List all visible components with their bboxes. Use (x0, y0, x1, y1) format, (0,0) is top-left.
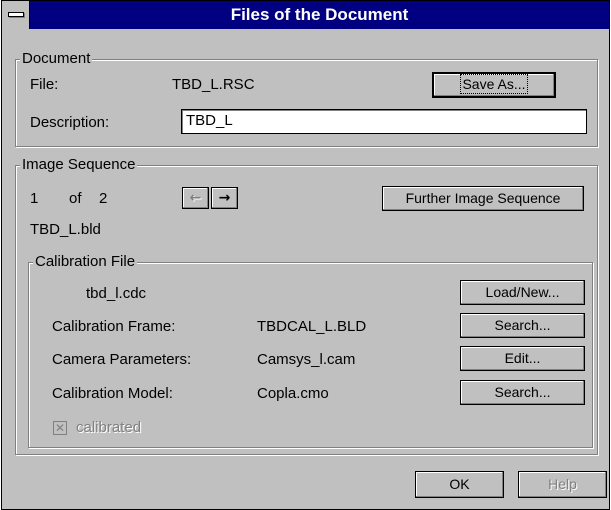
save-as-button-label: Save As... (460, 74, 528, 94)
next-sequence-button[interactable]: → (211, 187, 238, 209)
calibration-file-value: tbd_l.cdc (86, 285, 147, 302)
sequence-of-label: of (69, 190, 82, 207)
help-button[interactable]: Help (518, 471, 607, 498)
calibration-model-search-button[interactable]: Search... (460, 380, 585, 405)
camera-parameters-edit-button[interactable]: Edit... (460, 346, 585, 371)
arrow-left-icon: ← (189, 190, 202, 206)
system-menu-button[interactable] (2, 1, 30, 29)
load-new-button[interactable]: Load/New... (460, 280, 585, 305)
calibrated-checkbox[interactable]: ✕ (53, 421, 67, 435)
file-label: File: (30, 76, 59, 93)
image-sequence-group-legend: Image Sequence (20, 156, 138, 174)
calibration-frame-value: TBDCAL_L.BLD (257, 318, 367, 335)
files-of-document-dialog: Files of the Document Document File: TBD… (1, 0, 610, 510)
arrow-right-icon: → (218, 190, 231, 206)
sequence-total: 2 (99, 190, 108, 207)
save-as-button[interactable]: Save As... (432, 72, 556, 98)
description-input[interactable]: TBD_L (181, 109, 587, 134)
calibration-model-label: Calibration Model: (52, 385, 173, 402)
further-image-sequence-button[interactable]: Further Image Sequence (382, 186, 584, 211)
calibration-group-legend: Calibration File (33, 253, 138, 271)
previous-sequence-button[interactable]: ← (182, 187, 209, 209)
file-value: TBD_L.RSC (172, 76, 255, 93)
title-bar[interactable]: Files of the Document (2, 1, 609, 29)
dialog-title: Files of the Document (230, 5, 409, 24)
system-menu-icon (8, 12, 24, 17)
description-label: Description: (30, 114, 110, 131)
sequence-filename: TBD_L.bld (30, 221, 101, 238)
calibration-model-value: Copla.cmo (257, 385, 329, 402)
sequence-index: 1 (30, 190, 39, 207)
calibrated-label: calibrated (76, 419, 142, 436)
camera-parameters-label: Camera Parameters: (52, 351, 192, 368)
calibration-frame-search-button[interactable]: Search... (460, 313, 585, 338)
ok-button[interactable]: OK (415, 471, 504, 498)
document-group-legend: Document (20, 50, 93, 68)
checkmark-icon: ✕ (54, 421, 66, 435)
camera-parameters-value: Camsys_l.cam (257, 351, 356, 368)
calibration-frame-label: Calibration Frame: (52, 318, 176, 335)
